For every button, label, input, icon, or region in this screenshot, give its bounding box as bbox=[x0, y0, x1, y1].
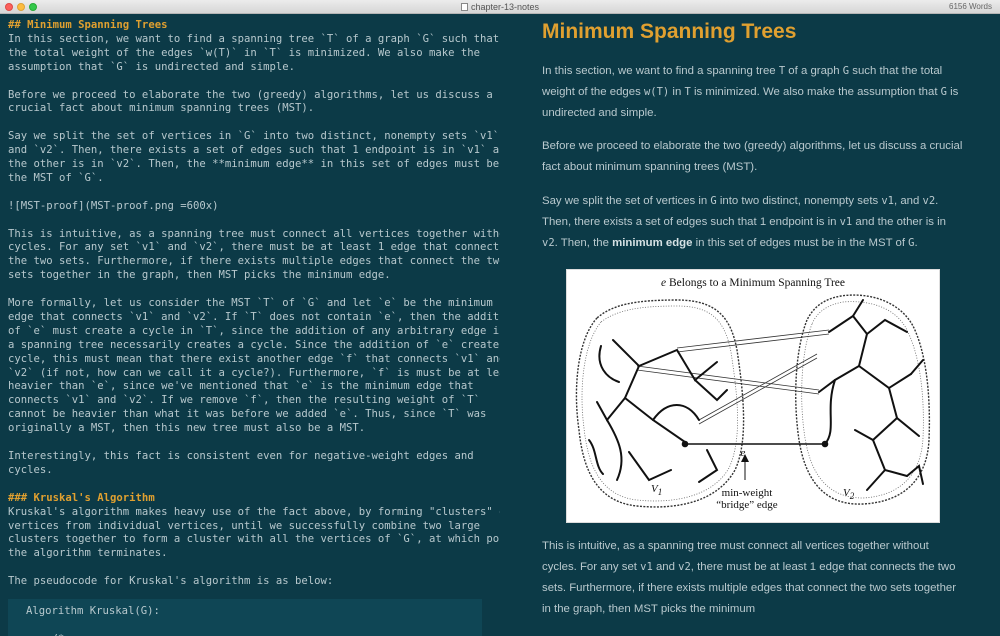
editor-line[interactable]: assumption that `G` is undirected and si… bbox=[8, 61, 492, 75]
v1-tree bbox=[588, 339, 728, 484]
editor-line[interactable]: cycle, this must mean that there exist a… bbox=[8, 353, 500, 367]
text-run: is minimized. We also make the assumptio… bbox=[690, 85, 941, 98]
editor-line[interactable]: the two sets. Furthermore, if there exis… bbox=[8, 255, 500, 269]
text-run: In this section, we want to find a spann… bbox=[542, 65, 779, 77]
editor-line[interactable]: edge that connects `v1` and `v2`. If `T`… bbox=[8, 311, 500, 325]
editor-line[interactable]: The pseudocode for Kruskal's algorithm i… bbox=[8, 575, 492, 589]
preview-paragraph-1: In this section, we want to find a spann… bbox=[542, 61, 964, 123]
editor-line[interactable] bbox=[8, 186, 492, 200]
editor-code-block[interactable]: Algorithm Kruskal(G): /* bbox=[8, 599, 482, 636]
preview-paragraph-4: This is intuitive, as a spanning tree mu… bbox=[542, 536, 964, 619]
window-title: chapter-13-notes bbox=[0, 1, 1000, 13]
preview-title: Minimum Spanning Trees bbox=[542, 20, 797, 43]
editor-line[interactable] bbox=[8, 436, 492, 450]
editor-line[interactable]: In this section, we want to find a spann… bbox=[8, 33, 499, 47]
editor-line[interactable]: cycles. For any set `v1` and `v2`, there… bbox=[8, 241, 500, 255]
editor-line[interactable] bbox=[8, 75, 492, 89]
editor-line[interactable]: connects `v1` and `v2`. If we remove `f`… bbox=[8, 394, 492, 408]
inline-code: v2 bbox=[922, 194, 936, 207]
editor-line[interactable]: Before we proceed to elaborate the two (… bbox=[8, 89, 493, 103]
v2-label: V2 bbox=[843, 487, 855, 501]
markdown-editor[interactable]: ## Minimum Spanning Trees In this section… bbox=[0, 14, 500, 636]
editor-line[interactable]: the MST of `G`. bbox=[8, 172, 492, 186]
editor-line[interactable] bbox=[8, 478, 492, 492]
editor-line[interactable]: sets together in the graph, then MST pic… bbox=[8, 269, 492, 283]
editor-text[interactable]: ## Minimum Spanning Trees In this section… bbox=[8, 19, 500, 589]
text-run: into two distinct, nonempty sets bbox=[716, 194, 882, 207]
caption-line-2: “bridge” edge bbox=[716, 499, 777, 511]
inline-code: v1 bbox=[640, 561, 653, 574]
bridge-endpoint-v2 bbox=[821, 441, 829, 448]
v2-tree bbox=[818, 299, 924, 492]
editor-line[interactable]: `v2` (if not, how can we call it a cycle… bbox=[8, 367, 500, 381]
inline-code: v2 bbox=[678, 561, 691, 574]
v1-label: V1 bbox=[651, 483, 662, 497]
code-line[interactable]: Algorithm Kruskal(G): bbox=[26, 605, 464, 619]
text-run: . bbox=[914, 236, 918, 249]
inline-code: w(T) bbox=[643, 85, 670, 98]
editor-line[interactable]: cycles. bbox=[8, 464, 492, 478]
word-count: 6156 Words bbox=[949, 2, 992, 11]
preview-paragraph-3: Say we split the set of vertices in G in… bbox=[542, 191, 964, 253]
editor-line[interactable]: Interestingly, this fact is consistent e… bbox=[8, 450, 492, 464]
editor-line[interactable]: This is intuitive, as a spanning tree mu… bbox=[8, 228, 500, 242]
editor-line[interactable]: and `v2`. Then, there exists a set of ed… bbox=[8, 144, 500, 158]
text-run: and the other is in bbox=[852, 215, 946, 228]
editor-line[interactable]: ![MST-proof](MST-proof.png =600x) bbox=[8, 200, 492, 214]
text-run: Say we split the set of vertices in bbox=[542, 194, 711, 207]
editor-line[interactable]: cannot be heavier than what it was befor… bbox=[8, 408, 492, 422]
editor-line[interactable] bbox=[8, 283, 492, 297]
inline-code: v1 bbox=[881, 194, 894, 207]
edge-e-label: e bbox=[741, 447, 746, 459]
document-icon bbox=[460, 3, 468, 11]
editor-heading-line[interactable]: ### Kruskal's Algorithm bbox=[8, 492, 492, 506]
bold-text: minimum edge bbox=[612, 236, 693, 249]
editor-line[interactable]: Kruskal's algorithm makes heavy use of t… bbox=[8, 506, 500, 520]
text-run: of a graph bbox=[785, 65, 843, 77]
v2-boundary bbox=[795, 294, 931, 506]
editor-line[interactable]: a spanning tree necessarily creates a cy… bbox=[8, 339, 500, 353]
markdown-preview: Minimum Spanning Trees In this section, … bbox=[500, 14, 1000, 636]
editor-line[interactable]: of `e` must create a cycle in `T`, since… bbox=[8, 325, 500, 339]
editor-line[interactable]: More formally, let us consider the MST `… bbox=[8, 297, 493, 311]
window-titlebar: chapter-13-notes 6156 Words bbox=[0, 0, 1000, 14]
window-title-text: chapter-13-notes bbox=[470, 2, 540, 12]
inline-code: v2 bbox=[542, 236, 555, 249]
editor-line[interactable]: the total weight of the edges `w(T)` in … bbox=[8, 47, 492, 61]
editor-line[interactable]: clusters together to form a cluster with… bbox=[8, 533, 500, 547]
text-run: in bbox=[669, 85, 685, 98]
code-line[interactable] bbox=[26, 619, 464, 633]
editor-heading-line[interactable]: ## Minimum Spanning Trees bbox=[8, 19, 492, 33]
editor-line[interactable]: crucial fact about minimum spanning tree… bbox=[8, 102, 492, 116]
figure-title: e Belongs to a Minimum Spanning Tree bbox=[661, 277, 845, 289]
mst-diagram: e Belongs to a Minimum Spanning Tree e V… bbox=[575, 277, 931, 511]
editor-line[interactable] bbox=[8, 561, 492, 575]
editor-line[interactable]: heavier than `e`, since we've mentioned … bbox=[8, 380, 492, 394]
preview-paragraph-2: Before we proceed to elaborate the two (… bbox=[542, 140, 963, 174]
text-run: , and bbox=[894, 194, 923, 207]
editor-line[interactable]: the other is in `v2`. Then, the **minimu… bbox=[8, 158, 499, 172]
editor-line[interactable]: Say we split the set of vertices in `G` … bbox=[8, 130, 500, 144]
editor-line[interactable] bbox=[8, 214, 492, 228]
caption-line-1: min-weight bbox=[722, 487, 773, 499]
editor-line[interactable]: vertices from individual vertices, until… bbox=[8, 520, 492, 534]
editor-line[interactable] bbox=[8, 116, 492, 130]
text-run: in this set of edges must be in the MST … bbox=[692, 236, 909, 249]
text-run: and bbox=[652, 561, 679, 574]
text-run: . Then, the bbox=[554, 236, 613, 249]
inline-code: v1 bbox=[839, 215, 853, 228]
bridge-endpoint-v1 bbox=[681, 441, 689, 448]
editor-line[interactable]: the algorithm terminates. bbox=[8, 547, 492, 561]
editor-line[interactable]: originally a MST, then this new tree mus… bbox=[8, 422, 492, 436]
mst-proof-figure: e Belongs to a Minimum Spanning Tree e V… bbox=[566, 269, 940, 524]
